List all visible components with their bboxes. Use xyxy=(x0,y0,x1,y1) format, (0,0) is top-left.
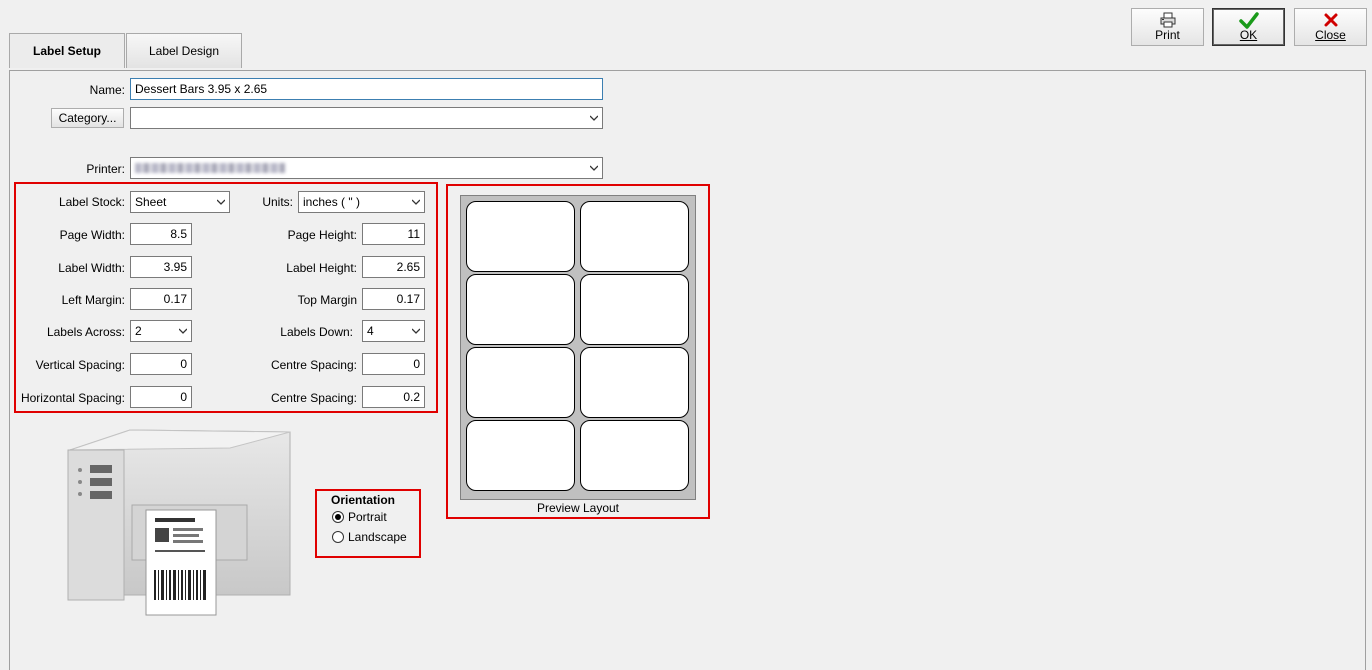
chevron-down-icon xyxy=(179,328,187,334)
left-margin-label: Left Margin: xyxy=(61,293,125,307)
x-icon xyxy=(1324,13,1337,27)
centre-spacing-horizontal-label: Centre Spacing: xyxy=(270,391,357,405)
labels-across-label: Labels Across: xyxy=(46,325,125,339)
preview-label-cell xyxy=(466,347,575,418)
labels-down-label: Labels Down: xyxy=(280,325,353,339)
label-height-label: Label Height: xyxy=(286,261,357,275)
preview-label-cell xyxy=(580,420,689,491)
tab-label-setup[interactable]: Label Setup xyxy=(9,33,125,68)
tab-label-design[interactable]: Label Design xyxy=(126,33,242,68)
labels-down-value: 4 xyxy=(367,324,374,338)
label-height-input[interactable]: 2.65 xyxy=(362,256,425,278)
ok-button[interactable]: OK xyxy=(1212,8,1285,46)
chevron-down-icon xyxy=(590,165,598,171)
horizontal-spacing-label: Horizontal Spacing: xyxy=(20,391,125,405)
landscape-radio[interactable] xyxy=(332,531,344,543)
left-margin-input[interactable]: 0.17 xyxy=(130,288,192,310)
printer-label: Printer: xyxy=(86,162,125,176)
chevron-down-icon xyxy=(412,199,420,205)
chevron-down-icon xyxy=(412,328,420,334)
label-stock-select[interactable]: Sheet xyxy=(130,191,230,213)
horizontal-spacing-input[interactable]: 0 xyxy=(130,386,192,408)
chevron-down-icon xyxy=(590,115,598,121)
tab-label: Label Setup xyxy=(32,44,101,58)
label-stock-label: Label Stock: xyxy=(58,195,125,209)
centre-spacing-horizontal-input[interactable]: 0.2 xyxy=(362,386,425,408)
page-width-label: Page Width: xyxy=(59,228,125,242)
orientation-title: Orientation xyxy=(331,493,396,507)
printer-icon xyxy=(1160,12,1175,28)
printer-name-redacted xyxy=(135,163,285,173)
category-select[interactable] xyxy=(130,107,603,129)
tab-label: Label Design xyxy=(148,44,220,58)
label-stock-value: Sheet xyxy=(135,195,167,209)
landscape-label[interactable]: Landscape xyxy=(348,530,407,544)
portrait-label[interactable]: Portrait xyxy=(348,510,387,524)
preview-caption: Preview Layout xyxy=(536,501,620,515)
units-label: Units: xyxy=(262,195,293,209)
centre-spacing-vertical-label: Centre Spacing: xyxy=(270,358,357,372)
label-width-label: Label Width: xyxy=(58,261,125,275)
preview-label-cell xyxy=(580,347,689,418)
checkmark-icon xyxy=(1238,12,1259,29)
preview-label-cell xyxy=(466,274,575,345)
close-button[interactable]: Close xyxy=(1294,8,1367,46)
top-margin-input[interactable]: 0.17 xyxy=(362,288,425,310)
preview-label-cell xyxy=(466,201,575,272)
preview-label-cell xyxy=(466,420,575,491)
label-printer-image xyxy=(67,429,291,616)
units-select[interactable]: inches ( " ) xyxy=(298,191,425,213)
preview-label-cell xyxy=(580,274,689,345)
preview-label-cell xyxy=(580,201,689,272)
centre-spacing-vertical-input[interactable]: 0 xyxy=(362,353,425,375)
labels-across-select[interactable]: 2 xyxy=(130,320,192,342)
name-input[interactable]: Dessert Bars 3.95 x 2.65 xyxy=(130,78,603,100)
vertical-spacing-label: Vertical Spacing: xyxy=(35,358,125,372)
labels-across-value: 2 xyxy=(135,324,142,338)
page-height-input[interactable]: 11 xyxy=(362,223,425,245)
portrait-radio[interactable] xyxy=(332,511,344,523)
print-button[interactable]: Print xyxy=(1131,8,1204,46)
label-width-input[interactable]: 3.95 xyxy=(130,256,192,278)
page-height-label: Page Height: xyxy=(287,228,357,242)
printer-select[interactable] xyxy=(130,157,603,179)
close-label: Close xyxy=(1315,28,1346,42)
category-button[interactable]: Category... xyxy=(51,108,124,128)
vertical-spacing-input[interactable]: 0 xyxy=(130,353,192,375)
units-value: inches ( " ) xyxy=(303,195,360,209)
print-label: Print xyxy=(1155,28,1180,42)
labels-down-select[interactable]: 4 xyxy=(362,320,425,342)
top-margin-label: Top Margin xyxy=(297,293,357,307)
chevron-down-icon xyxy=(217,199,225,205)
page-width-input[interactable]: 8.5 xyxy=(130,223,192,245)
name-label: Name: xyxy=(89,83,125,97)
ok-label: OK xyxy=(1239,28,1258,42)
